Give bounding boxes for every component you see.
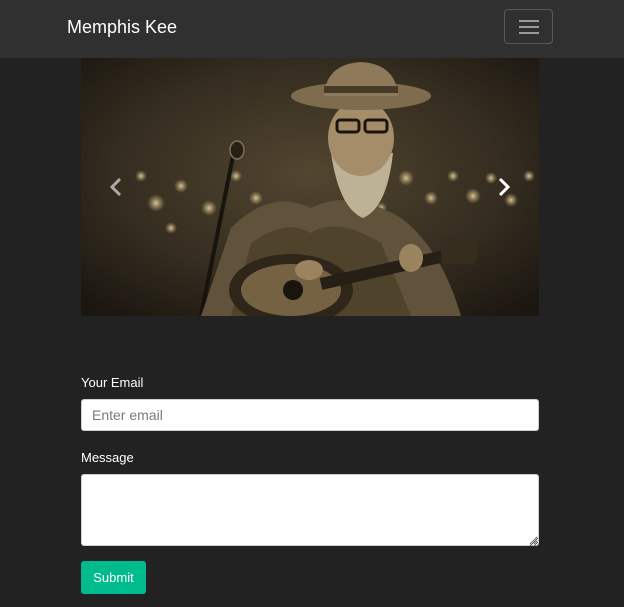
submit-button[interactable]: Submit bbox=[81, 561, 146, 594]
carousel-next-button[interactable] bbox=[469, 58, 539, 316]
chevron-right-icon bbox=[498, 177, 511, 197]
carousel-prev-button[interactable] bbox=[81, 58, 151, 316]
message-label: Message bbox=[81, 450, 134, 465]
navbar: Memphis Kee bbox=[0, 0, 624, 58]
hamburger-menu-icon bbox=[519, 20, 539, 22]
message-textarea[interactable] bbox=[81, 474, 539, 546]
email-label: Your Email bbox=[81, 375, 144, 390]
brand-link[interactable]: Memphis Kee bbox=[67, 16, 177, 38]
navbar-toggle-button[interactable] bbox=[504, 9, 553, 44]
email-field[interactable] bbox=[81, 399, 539, 431]
image-carousel bbox=[81, 58, 539, 316]
chevron-left-icon bbox=[109, 177, 122, 197]
